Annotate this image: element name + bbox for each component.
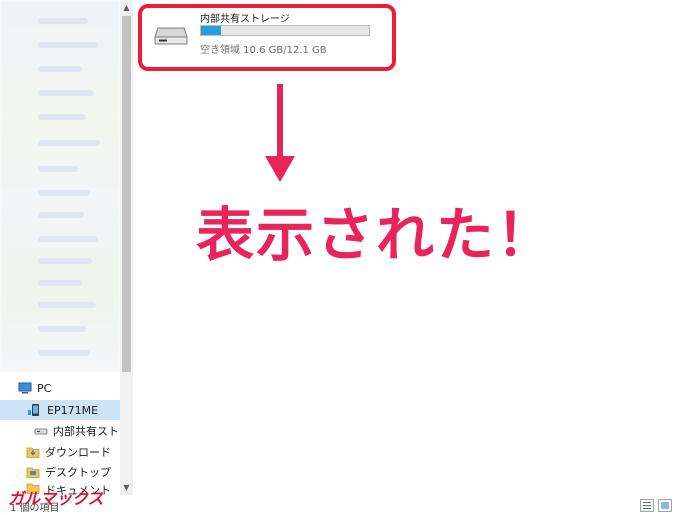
blurred-item: [38, 212, 84, 218]
details-view-button[interactable]: [640, 499, 654, 512]
blurred-nav-region: [0, 0, 120, 372]
nav-item-device[interactable]: EP171ME: [0, 400, 120, 420]
blurred-item: [38, 140, 100, 146]
nav-item-desktop[interactable]: デスクトップ: [26, 462, 111, 482]
nav-item-label: EP171ME: [47, 403, 99, 417]
scroll-up-arrow[interactable]: ▲: [120, 0, 133, 14]
blurred-item: [38, 42, 98, 48]
blurred-item: [38, 18, 88, 24]
blurred-item: [38, 166, 78, 172]
nav-item-pc[interactable]: PC: [18, 378, 51, 398]
nav-item-label: ダウンロード: [45, 446, 111, 459]
scroll-down-arrow[interactable]: ▼: [120, 480, 133, 494]
blurred-item: [38, 350, 90, 356]
tiles-view-icon: [661, 502, 669, 509]
details-view-icon: [643, 502, 651, 509]
annotation-arrow: [265, 84, 295, 182]
device-icon: [28, 404, 39, 416]
watermark-logo: ガルマックス: [8, 489, 104, 508]
blurred-item: [38, 114, 86, 120]
drive-icon: [34, 428, 48, 435]
blurred-item: [38, 90, 94, 96]
nav-item-label: デスクトップ: [45, 466, 111, 479]
annotation-text: 表示された！: [194, 200, 557, 271]
download-folder-icon: [26, 447, 40, 458]
blurred-item: [38, 190, 90, 196]
nav-item-label: PC: [37, 381, 52, 395]
scroll-thumb[interactable]: [122, 16, 131, 372]
blurred-item: [38, 66, 82, 72]
nav-item-storage[interactable]: 内部共有ストレージ: [34, 421, 120, 441]
pc-icon: [18, 382, 32, 394]
blurred-item: [38, 326, 86, 332]
nav-item-downloads[interactable]: ダウンロード: [26, 442, 111, 462]
blurred-item: [38, 236, 98, 242]
tiles-view-button[interactable]: [658, 499, 672, 512]
blurred-item: [38, 258, 92, 264]
nav-scrollbar[interactable]: ▲ ▼: [120, 0, 133, 495]
nav-item-label: 内部共有ストレージ: [53, 425, 120, 438]
blurred-item: [38, 280, 82, 286]
blurred-item: [38, 302, 96, 308]
desktop-folder-icon: [26, 467, 40, 478]
navigation-pane[interactable]: PC EP171ME 内部共有ストレージ ダウンロード デスクトップ: [0, 0, 120, 515]
highlight-box: [138, 4, 396, 71]
